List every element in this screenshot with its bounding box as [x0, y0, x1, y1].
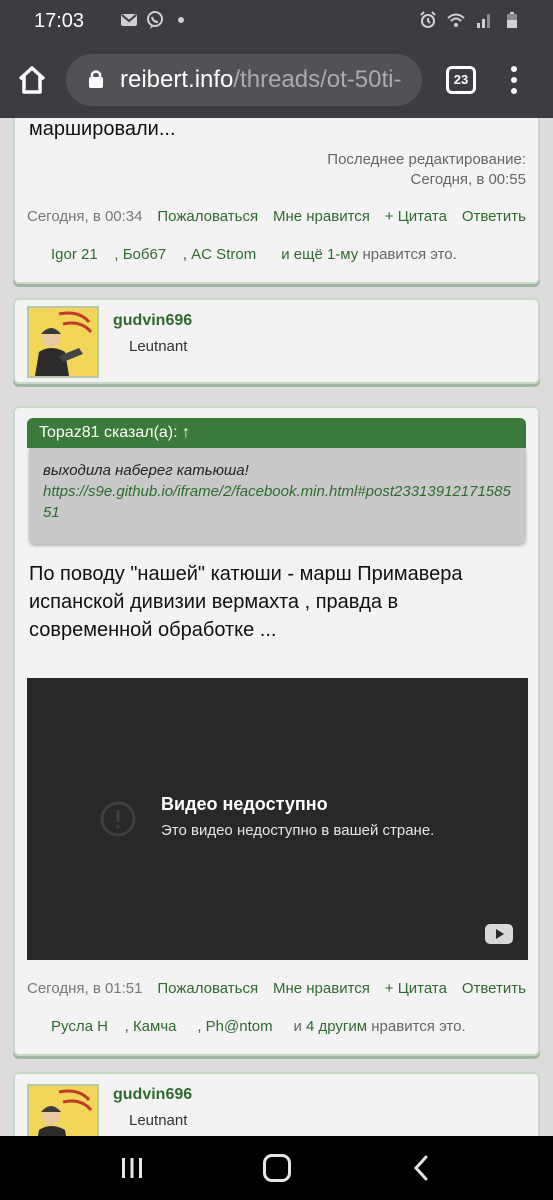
avatar[interactable]: [27, 306, 99, 378]
post-meta: Сегодня, в 01:51 Пожаловаться Мне нравит…: [27, 980, 526, 997]
post-date[interactable]: Сегодня, в 00:34: [27, 208, 143, 225]
gmail-icon: [121, 14, 137, 26]
quote-link[interactable]: + Цитата: [385, 980, 447, 997]
liker-link[interactable]: , Боб67: [114, 246, 166, 263]
wifi-icon: [447, 13, 465, 27]
browser-toolbar: reibert.info/threads/ot-50ti- 23: [0, 42, 553, 118]
home-icon[interactable]: [14, 62, 50, 98]
user-title: Leutnant: [129, 1112, 188, 1129]
quote-text: выходила наберег катьюша!: [43, 462, 249, 479]
post-date[interactable]: Сегодня, в 01:51: [27, 980, 143, 997]
post-text: маршировали...: [29, 118, 176, 140]
tab-switcher-button[interactable]: 23: [446, 66, 476, 94]
url-path: /threads/ot-50ti-: [233, 66, 402, 93]
reply-link[interactable]: Ответить: [462, 208, 526, 225]
battery-icon: [507, 12, 517, 28]
status-time: 17:03: [34, 10, 85, 32]
youtube-icon[interactable]: [485, 924, 513, 944]
signal-icon: [477, 14, 490, 28]
viber-icon: [147, 11, 163, 29]
system-icons: [419, 11, 521, 29]
likes-and: и: [293, 1018, 306, 1035]
url-bar[interactable]: reibert.info/threads/ot-50ti-: [66, 54, 422, 106]
user-title: Leutnant: [129, 338, 188, 355]
more-likers-link[interactable]: 4 другим: [306, 1018, 367, 1035]
status-bar: 17:03: [0, 0, 553, 42]
username[interactable]: gudvin696: [113, 1086, 192, 1104]
like-link[interactable]: Мне нравится: [273, 980, 370, 997]
notification-icons: [120, 11, 190, 29]
recent-apps-icon[interactable]: [120, 1156, 144, 1180]
post-text: По поводу "нашей" катюши - марш Примавер…: [29, 563, 463, 641]
report-link[interactable]: Пожаловаться: [157, 208, 258, 225]
home-nav-icon[interactable]: [263, 1154, 291, 1182]
quote-link[interactable]: + Цитата: [385, 208, 447, 225]
quote-url-link[interactable]: https://s9e.github.io/iframe/2/facebook.…: [43, 481, 512, 523]
quote-body: выходила наберег катьюша! https://s9e.gi…: [29, 448, 526, 544]
likes-suffix: нравится это.: [367, 1018, 466, 1035]
edited-label: Последнее редактирование:: [327, 151, 526, 168]
avatar[interactable]: [27, 1084, 99, 1136]
liker-link[interactable]: Igor 21: [51, 246, 98, 263]
likes-suffix: нравится это.: [358, 246, 457, 263]
like-link[interactable]: Мне нравится: [273, 208, 370, 225]
video-error-subtitle: Это видео недоступно в вашей стране.: [161, 822, 435, 839]
report-link[interactable]: Пожаловаться: [157, 980, 258, 997]
reply-link[interactable]: Ответить: [462, 980, 526, 997]
dot-icon: [178, 17, 184, 23]
liker-link[interactable]: , Ph@ntom: [197, 1018, 272, 1035]
likes-summary: Igor 21 , Боб67 , AC Strom и ещё 1-му нр…: [51, 246, 457, 263]
post-meta: Сегодня, в 00:34 Пожаловаться Мне нравит…: [27, 208, 526, 225]
quote-header[interactable]: Topaz81 сказал(а): ↑: [27, 418, 526, 448]
liker-link[interactable]: , AC Strom: [183, 246, 256, 263]
system-nav-bar: [0, 1136, 553, 1200]
post-card: Topaz81 сказал(а): ↑ выходила наберег ка…: [13, 406, 540, 1056]
alert-icon: [100, 801, 136, 837]
lock-icon: [89, 70, 103, 88]
liker-link[interactable]: Русла Н: [51, 1018, 108, 1035]
more-likers-link[interactable]: и ещё 1-му: [281, 246, 358, 263]
likes-summary: Русла Н , Камча , Ph@ntom и 4 другим нра…: [51, 1018, 466, 1035]
more-menu-icon[interactable]: [504, 66, 524, 96]
edited-time: Сегодня, в 00:55: [410, 171, 527, 188]
username[interactable]: gudvin696: [113, 312, 192, 330]
post-card: маршировали... Последнее редактирование:…: [13, 118, 540, 284]
user-card: gudvin696 Leutnant: [13, 1072, 540, 1136]
liker-link[interactable]: , Камча: [125, 1018, 177, 1035]
avatar-image: [29, 308, 97, 376]
user-card: gudvin696 Leutnant: [13, 298, 540, 384]
video-error-title: Видео недоступно: [161, 794, 328, 814]
video-embed[interactable]: Видео недоступно Это видео недоступно в …: [27, 678, 528, 960]
url-host: reibert.info: [120, 66, 234, 93]
back-icon[interactable]: [408, 1154, 434, 1182]
url-text[interactable]: reibert.info/threads/ot-50ti-: [120, 66, 401, 94]
edited-note: Последнее редактирование: Сегодня, в 00:…: [327, 150, 526, 190]
thread-page: маршировали... Последнее редактирование:…: [0, 118, 553, 1136]
alarm-icon: [420, 11, 436, 28]
avatar-image: [29, 1086, 97, 1136]
